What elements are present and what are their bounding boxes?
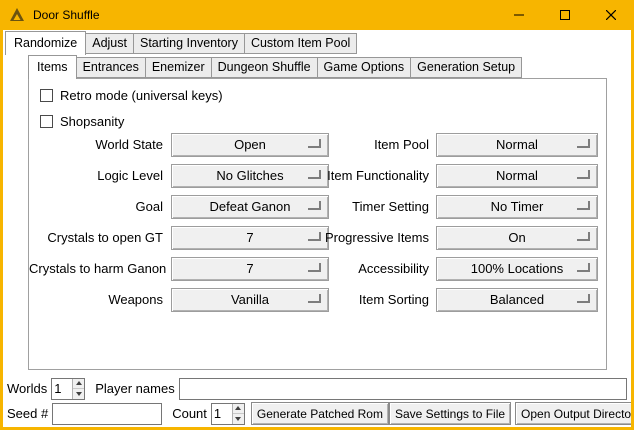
crystals-open-gt-label: Crystals to open GT	[29, 226, 163, 250]
spin-buttons	[72, 379, 84, 399]
tab-dungeon-shuffle[interactable]: Dungeon Shuffle	[211, 57, 318, 78]
spin-down-button[interactable]	[233, 413, 244, 424]
spin-down-button[interactable]	[73, 388, 84, 399]
item-sorting-dropdown[interactable]: Balanced	[436, 288, 598, 312]
progressive-items-dropdown[interactable]: On	[436, 226, 598, 250]
worlds-spinbox[interactable]	[51, 378, 85, 400]
dropdown-indicator-icon	[577, 294, 590, 303]
close-icon	[606, 10, 616, 20]
worlds-label: Worlds	[7, 381, 47, 396]
save-settings-button[interactable]: Save Settings to File	[389, 402, 511, 425]
dropdown-indicator-icon	[577, 201, 590, 210]
dropdown-indicator-icon	[577, 139, 590, 148]
tab-enemizer[interactable]: Enemizer	[145, 57, 212, 78]
tab-starting-inventory[interactable]: Starting Inventory	[133, 33, 245, 54]
form-row: Logic Level No Glitches Item Functionali…	[29, 164, 606, 188]
tab-custom-item-pool[interactable]: Custom Item Pool	[244, 33, 357, 54]
close-button[interactable]	[588, 0, 634, 30]
tab-adjust[interactable]: Adjust	[85, 33, 134, 54]
weapons-label: Weapons	[29, 288, 163, 312]
logic-level-label: Logic Level	[29, 164, 163, 188]
dropdown-value: On	[437, 227, 597, 249]
item-pool-dropdown[interactable]: Normal	[436, 133, 598, 157]
window-title: Door Shuffle	[33, 8, 100, 22]
dropdown-value: Normal	[437, 165, 597, 187]
titlebar: Door Shuffle	[0, 0, 634, 30]
count-label: Count	[172, 406, 207, 421]
form-row: Crystals to open GT 7 Progressive Items …	[29, 226, 606, 250]
spin-up-button[interactable]	[233, 404, 244, 414]
inner-tab-bar: Items Entrances Enemizer Dungeon Shuffle…	[28, 57, 607, 78]
window-controls	[496, 0, 634, 30]
client-area: Randomize Adjust Starting Inventory Cust…	[3, 30, 631, 427]
form-row: Goal Defeat Ganon Timer Setting No Timer	[29, 195, 606, 219]
player-names-input[interactable]	[179, 378, 627, 400]
progressive-items-label: Progressive Items	[265, 226, 429, 250]
seed-row: Seed # Count Generate Patched Rom Save S…	[7, 402, 627, 425]
dropdown-indicator-icon	[577, 263, 590, 272]
player-names-label: Player names	[95, 381, 174, 396]
goal-label: Goal	[29, 195, 163, 219]
generate-patched-rom-button[interactable]: Generate Patched Rom	[251, 402, 389, 425]
dropdown-value: Normal	[437, 134, 597, 156]
tab-generation-setup[interactable]: Generation Setup	[410, 57, 522, 78]
app-window: Door Shuffle Randomize Adjust Starting I…	[0, 0, 634, 430]
maximize-icon	[560, 10, 570, 20]
dropdown-value: No Timer	[437, 196, 597, 218]
open-output-directory-button[interactable]: Open Output Directory	[515, 402, 631, 425]
triangle-up-icon	[235, 406, 241, 410]
accessibility-dropdown[interactable]: 100% Locations	[436, 257, 598, 281]
accessibility-label: Accessibility	[265, 257, 429, 281]
retro-mode-checkbox[interactable]: Retro mode (universal keys)	[40, 87, 223, 103]
crystals-harm-ganon-label: Crystals to harm Ganon	[29, 257, 163, 281]
item-pool-label: Item Pool	[265, 133, 429, 157]
shopsanity-checkbox[interactable]: Shopsanity	[40, 113, 124, 129]
timer-setting-dropdown[interactable]: No Timer	[436, 195, 598, 219]
dropdown-indicator-icon	[577, 170, 590, 179]
tab-randomize[interactable]: Randomize	[5, 31, 86, 55]
triangle-up-icon	[76, 381, 82, 385]
form-row: World State Open Item Pool Normal	[29, 133, 606, 157]
dropdown-indicator-icon	[577, 232, 590, 241]
worlds-row: Worlds Player names	[7, 377, 627, 400]
shopsanity-label: Shopsanity	[60, 114, 124, 129]
tab-game-options[interactable]: Game Options	[317, 57, 412, 78]
tab-items[interactable]: Items	[28, 55, 77, 79]
triangle-down-icon	[235, 417, 241, 421]
app-icon	[9, 7, 25, 23]
dropdown-value: 100% Locations	[437, 258, 597, 280]
dropdown-value: Balanced	[437, 289, 597, 311]
retro-mode-label: Retro mode (universal keys)	[60, 88, 223, 103]
minimize-button[interactable]	[496, 0, 542, 30]
item-functionality-dropdown[interactable]: Normal	[436, 164, 598, 188]
timer-setting-label: Timer Setting	[265, 195, 429, 219]
tab-entrances[interactable]: Entrances	[76, 57, 146, 78]
outer-tab-bar: Randomize Adjust Starting Inventory Cust…	[5, 32, 357, 54]
form-row: Crystals to harm Ganon 7 Accessibility 1…	[29, 257, 606, 281]
items-pane: Retro mode (universal keys) Shopsanity W…	[28, 78, 607, 370]
maximize-button[interactable]	[542, 0, 588, 30]
form-row: Weapons Vanilla Item Sorting Balanced	[29, 288, 606, 312]
spin-buttons	[232, 404, 244, 424]
minimize-icon	[514, 10, 524, 20]
triangle-down-icon	[76, 392, 82, 396]
spin-up-button[interactable]	[73, 379, 84, 389]
world-state-label: World State	[29, 133, 163, 157]
checkbox-box-icon[interactable]	[40, 115, 53, 128]
seed-input[interactable]	[52, 403, 162, 425]
inner-notebook: Items Entrances Enemizer Dungeon Shuffle…	[28, 57, 607, 370]
item-functionality-label: Item Functionality	[265, 164, 429, 188]
count-spinbox[interactable]	[211, 403, 245, 425]
count-value-input[interactable]	[212, 404, 232, 424]
checkbox-box-icon[interactable]	[40, 89, 53, 102]
item-sorting-label: Item Sorting	[265, 288, 429, 312]
seed-label: Seed #	[7, 406, 48, 421]
worlds-value-input[interactable]	[52, 379, 72, 399]
